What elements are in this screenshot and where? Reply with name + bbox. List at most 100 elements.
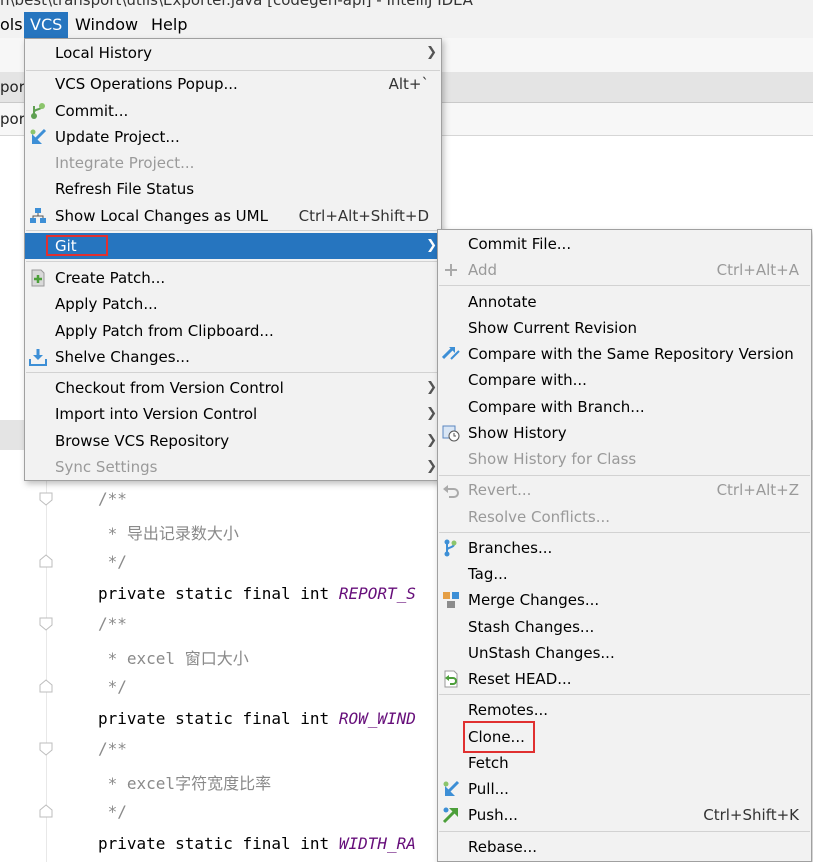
menu-item-label: Update Project... xyxy=(55,128,180,146)
menu-item-show-local-changes-uml[interactable]: Show Local Changes as UML Ctrl+Alt+Shift… xyxy=(25,203,441,229)
fold-marker-icon[interactable] xyxy=(38,617,54,631)
menu-item-label: Sync Settings xyxy=(55,458,158,476)
menu-item-shortcut: Ctrl+Alt+A xyxy=(716,261,799,279)
fold-marker-icon[interactable] xyxy=(38,554,54,568)
menu-vcs[interactable]: VCS xyxy=(24,12,69,38)
menu-item-stash-changes[interactable]: Stash Changes... xyxy=(438,614,811,640)
menu-item-show-history-class[interactable]: Show History for Class xyxy=(438,446,811,472)
fold-marker-icon[interactable] xyxy=(38,804,54,818)
menu-item-label: Compare with... xyxy=(468,371,587,389)
menu-item-integrate-project[interactable]: Integrate Project... xyxy=(25,150,441,176)
menu-item-apply-patch-clipboard[interactable]: Apply Patch from Clipboard... xyxy=(25,318,441,344)
menu-item-label: Annotate xyxy=(468,293,537,311)
menu-item-label: Show Local Changes as UML xyxy=(55,207,268,225)
menu-item-branches[interactable]: Branches... xyxy=(438,535,811,561)
menu-separator xyxy=(26,230,440,231)
menu-item-compare-same-repo[interactable]: Compare with the Same Repository Version xyxy=(438,341,811,367)
menu-item-create-patch[interactable]: Create Patch... xyxy=(25,265,441,291)
menu-item-refresh-file-status[interactable]: Refresh File Status xyxy=(25,176,441,202)
menu-item-update-project[interactable]: Update Project... xyxy=(25,124,441,150)
menu-item-merge-changes[interactable]: Merge Changes... xyxy=(438,587,811,613)
menu-item-local-history[interactable]: Local History ❯ xyxy=(25,40,441,66)
menu-item-label: Commit File... xyxy=(468,235,572,253)
menu-item-push[interactable]: Push... Ctrl+Shift+K xyxy=(438,802,811,828)
submenu-arrow-icon: ❯ xyxy=(426,45,437,60)
menu-item-label: Import into Version Control xyxy=(55,405,258,423)
menu-item-label: Checkout from Version Control xyxy=(55,379,284,397)
menu-item-compare-with[interactable]: Compare with... xyxy=(438,367,811,393)
menu-window[interactable]: Window xyxy=(69,12,144,38)
code-line: private static final int ROW_WIND xyxy=(98,709,416,728)
menu-separator xyxy=(439,694,810,695)
menu-item-import-vcs[interactable]: Import into Version Control ❯ xyxy=(25,401,441,427)
menu-item-label: Apply Patch... xyxy=(55,295,158,313)
menu-item-label: Shelve Changes... xyxy=(55,348,190,366)
menu-item-fetch[interactable]: Fetch xyxy=(438,750,811,776)
menu-item-pull[interactable]: Pull... xyxy=(438,776,811,802)
menu-item-label: Merge Changes... xyxy=(468,591,600,609)
update-project-icon xyxy=(30,128,47,144)
menu-item-checkout-vcs[interactable]: Checkout from Version Control ❯ xyxy=(25,375,441,401)
fold-marker-icon[interactable] xyxy=(38,742,54,756)
menu-item-show-history[interactable]: Show History xyxy=(438,420,811,446)
menu-item-label: Create Patch... xyxy=(55,269,166,287)
menu-item-shortcut: Ctrl+Shift+K xyxy=(703,806,799,824)
compare-icon xyxy=(442,346,460,360)
menu-item-commit[interactable]: Commit... xyxy=(25,98,441,124)
tab-fragment[interactable]: por xyxy=(0,78,25,96)
fold-marker-icon[interactable] xyxy=(38,679,54,693)
code-line: */ xyxy=(98,552,127,571)
menu-item-label: Show History for Class xyxy=(468,450,637,468)
breadcrumb-fragment[interactable]: por xyxy=(0,110,25,128)
menu-item-shortcut: Alt+` xyxy=(388,75,429,93)
menu-item-label: Show Current Revision xyxy=(468,319,638,337)
menu-item-browse-vcs-repository[interactable]: Browse VCS Repository ❯ xyxy=(25,428,441,454)
menu-item-label: Apply Patch from Clipboard... xyxy=(55,322,274,340)
menu-item-label: Compare with the Same Repository Version xyxy=(468,345,794,363)
menu-item-apply-patch[interactable]: Apply Patch... xyxy=(25,291,441,317)
menu-separator xyxy=(26,372,440,373)
menu-item-label: Remotes... xyxy=(468,701,548,719)
menu-item-label: Browse VCS Repository xyxy=(55,432,230,450)
submenu-arrow-icon: ❯ xyxy=(426,433,437,448)
history-icon xyxy=(442,425,460,442)
git-submenu: Commit File... Add Ctrl+Alt+A Annotate S… xyxy=(437,229,812,862)
menu-item-vcs-operations-popup[interactable]: VCS Operations Popup... Alt+` xyxy=(25,71,441,97)
menu-item-label: Rebase... xyxy=(468,838,538,856)
menu-item-sync-settings[interactable]: Sync Settings ❯ xyxy=(25,454,441,480)
code-line: * 导出记录数大小 xyxy=(98,524,239,543)
menu-item-label: Local History xyxy=(55,44,153,62)
menu-item-show-current-revision[interactable]: Show Current Revision xyxy=(438,315,811,341)
branches-icon xyxy=(444,539,457,557)
menu-item-label: Branches... xyxy=(468,539,553,557)
menu-item-shortcut: Ctrl+Alt+Shift+D xyxy=(298,207,429,225)
submenu-arrow-icon: ❯ xyxy=(426,459,437,474)
merge-icon xyxy=(443,592,459,608)
menu-item-compare-with-branch[interactable]: Compare with Branch... xyxy=(438,394,811,420)
menu-item-annotate[interactable]: Annotate xyxy=(438,289,811,315)
menu-separator xyxy=(439,532,810,533)
menu-item-label: VCS Operations Popup... xyxy=(55,75,238,93)
menu-item-shelve-changes[interactable]: Shelve Changes... xyxy=(25,344,441,370)
menu-item-reset-head[interactable]: Reset HEAD... xyxy=(438,666,811,692)
menu-item-tag[interactable]: Tag... xyxy=(438,561,811,587)
code-line: /** xyxy=(98,614,127,633)
menu-separator xyxy=(439,475,810,476)
menu-item-commit-file[interactable]: Commit File... xyxy=(438,231,811,257)
menu-item-rebase[interactable]: Rebase... xyxy=(438,834,811,860)
code-constant: ROW_WIND xyxy=(338,709,416,728)
menu-separator xyxy=(26,261,440,262)
menu-item-add[interactable]: Add Ctrl+Alt+A xyxy=(438,257,811,283)
submenu-arrow-icon: ❯ xyxy=(426,238,437,253)
code-line: /** xyxy=(98,739,127,758)
menu-help[interactable]: Help xyxy=(145,12,193,38)
add-icon xyxy=(445,264,457,276)
commit-icon xyxy=(31,103,45,119)
menu-item-resolve-conflicts[interactable]: Resolve Conflicts... xyxy=(438,504,811,530)
code-line: * excel 窗口大小 xyxy=(98,649,249,668)
menu-item-revert[interactable]: Revert... Ctrl+Alt+Z xyxy=(438,477,811,503)
fold-marker-icon[interactable] xyxy=(38,492,54,506)
menu-item-remotes[interactable]: Remotes... xyxy=(438,697,811,723)
menu-item-unstash-changes[interactable]: UnStash Changes... xyxy=(438,640,811,666)
menu-item-label: Reset HEAD... xyxy=(468,670,572,688)
